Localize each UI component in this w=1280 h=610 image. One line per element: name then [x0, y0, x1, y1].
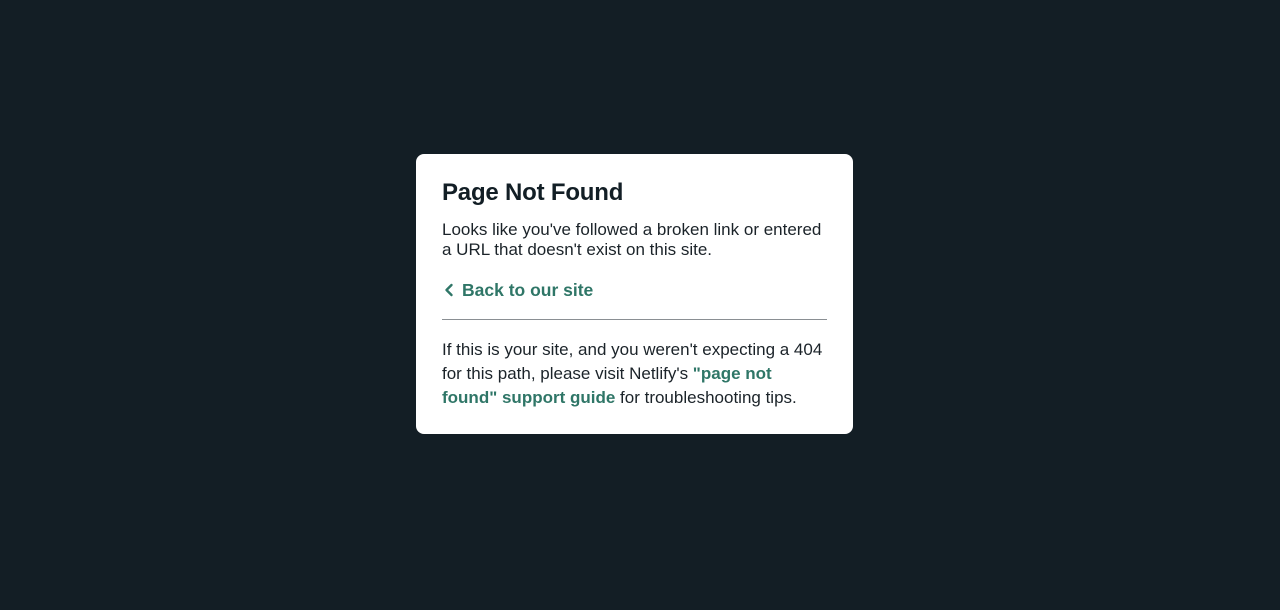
footer-help-text: If this is your site, and you weren't ex… [442, 338, 827, 410]
not-found-card: Page Not Found Looks like you've followe… [416, 154, 853, 434]
chevron-left-icon [442, 283, 456, 297]
back-link-label: Back to our site [462, 280, 594, 300]
error-description: Looks like you've followed a broken link… [442, 220, 822, 259]
back-to-site-link[interactable]: Back to our site [442, 279, 593, 301]
footer-text-after: for troubleshooting tips. [615, 388, 797, 407]
divider [442, 319, 827, 320]
page-background: Page Not Found Looks like you've followe… [0, 0, 1280, 610]
page-title: Page Not Found [442, 179, 624, 206]
